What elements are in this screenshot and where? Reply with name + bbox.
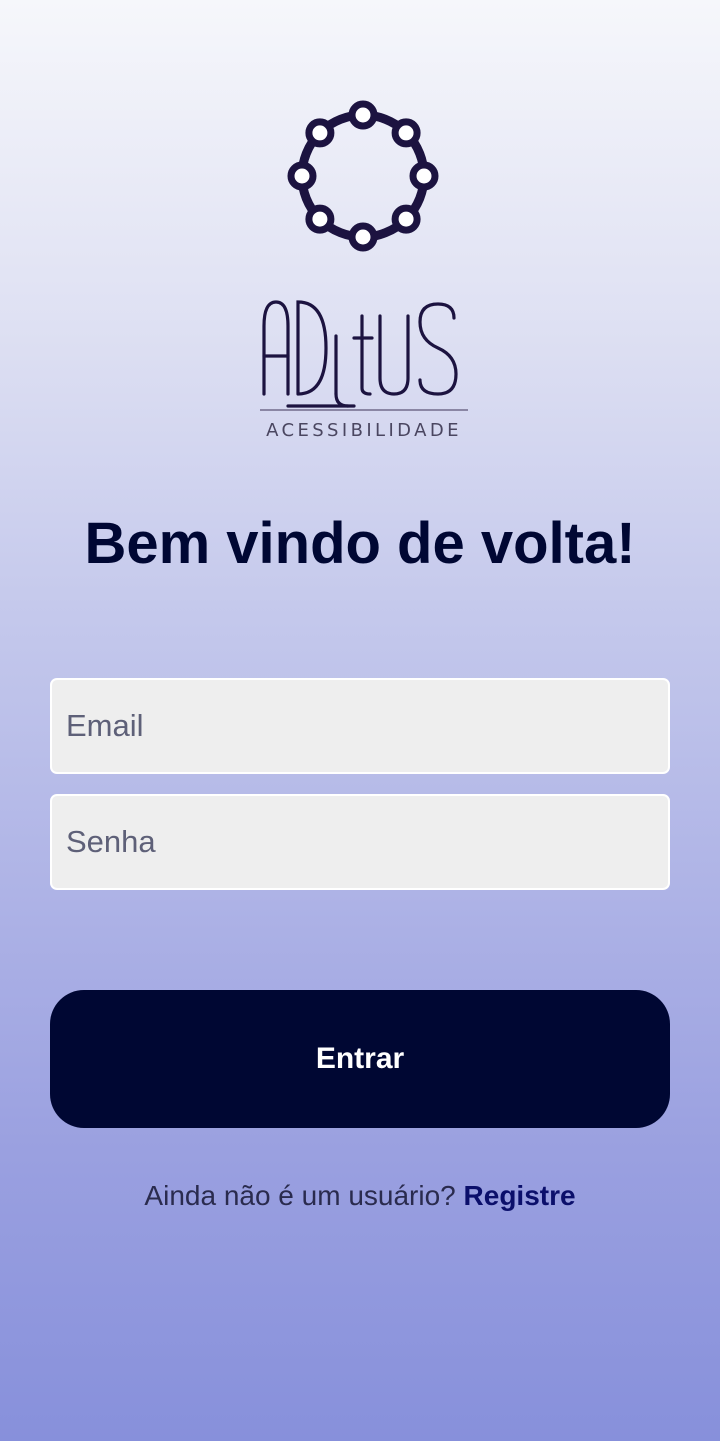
login-button[interactable]: Entrar — [50, 990, 670, 1128]
logo-ring-icon — [287, 100, 439, 252]
register-link[interactable]: Registre — [464, 1180, 576, 1211]
password-field[interactable] — [50, 794, 670, 890]
page-title: Bem vindo de volta! — [84, 511, 636, 576]
register-prompt-text: Ainda não é um usuário? — [144, 1180, 456, 1211]
logo-subtitle: ACESSIBILIDADE — [266, 420, 462, 441]
logo-wordmark — [260, 300, 468, 411]
register-prompt: Ainda não é um usuário? Registre — [0, 1176, 720, 1216]
email-field[interactable] — [50, 678, 670, 774]
